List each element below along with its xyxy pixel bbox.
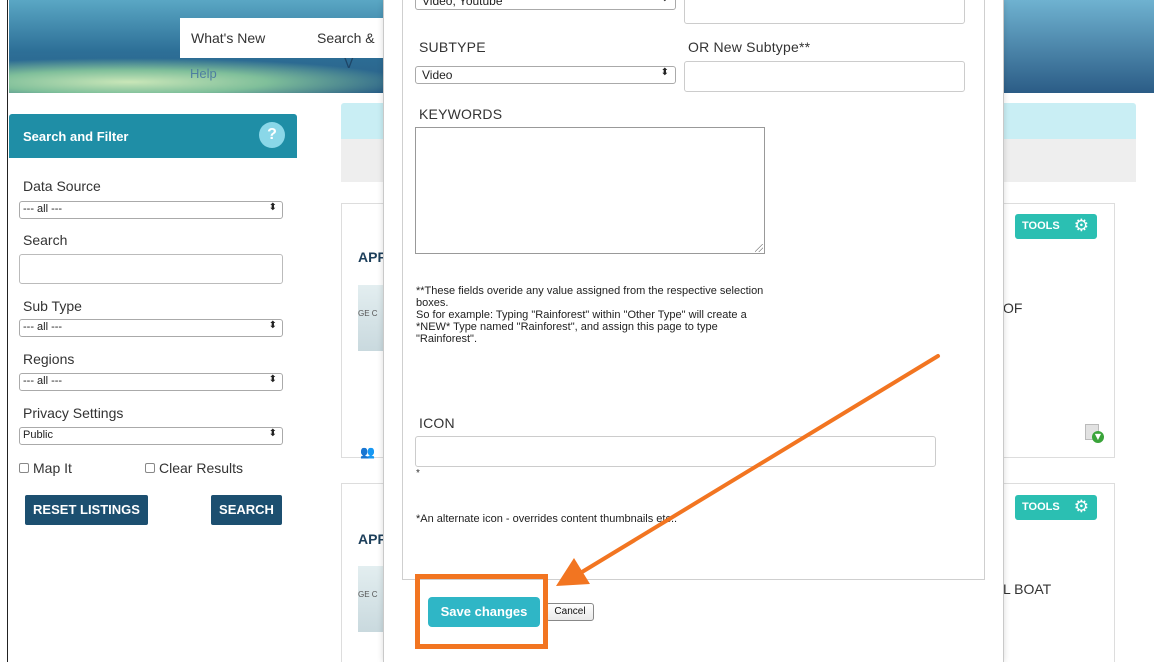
new-subtype-input[interactable]	[684, 61, 965, 92]
icon-note: *An alternate icon - overrides content t…	[416, 513, 678, 525]
search-filter-header: Search and Filter	[9, 114, 297, 158]
help-icon[interactable]: ?	[259, 122, 285, 148]
annotation-highlight-box	[415, 574, 548, 649]
select-arrows-icon: ⬍	[268, 202, 277, 213]
data-source-select[interactable]: --- all --- ⬍	[19, 201, 283, 219]
resize-handle-icon[interactable]	[755, 244, 763, 252]
select-arrows-icon: ⬍	[661, 0, 669, 4]
map-it-checkbox[interactable]: Map It	[19, 460, 72, 476]
data-source-label: Data Source	[23, 178, 101, 194]
privacy-select[interactable]: Public ⬍	[19, 427, 283, 445]
search-input[interactable]	[19, 254, 283, 284]
sidebar-title: Search and Filter	[23, 129, 129, 144]
select-arrows-icon: ⬍	[268, 320, 277, 331]
sub-type-label: Sub Type	[23, 298, 82, 314]
checkbox-icon	[145, 463, 155, 473]
bird-icon: ᐯᐯ	[1009, 28, 1034, 49]
clear-results-checkbox[interactable]: Clear Results	[145, 460, 243, 476]
download-icon[interactable]: ▼	[1085, 424, 1105, 444]
search-label: Search	[23, 232, 68, 248]
keywords-label: KEYWORDS	[419, 106, 503, 122]
bird-icon: ᐯ	[344, 56, 354, 72]
search-button[interactable]: SEARCH	[211, 495, 282, 525]
nav-search[interactable]: Search &	[317, 30, 375, 46]
sub-type-select[interactable]: --- all --- ⬍	[19, 319, 283, 337]
gear-icon: ⚙	[1073, 216, 1089, 236]
new-subtype-label: OR New Subtype**	[688, 39, 811, 55]
override-note: **These fields overide any value assigne…	[416, 285, 764, 345]
checkbox-icon	[19, 463, 29, 473]
nav-whats-new[interactable]: What's New	[191, 30, 265, 46]
regions-select[interactable]: --- all --- ⬍	[19, 373, 283, 391]
top-nav: What's New Search &	[180, 18, 390, 58]
bird-icon: ᐯ	[1069, 10, 1082, 31]
listing-thumbnail[interactable]: GE C	[358, 285, 383, 351]
type-select[interactable]: Video, Youtube⬍	[415, 0, 676, 10]
gear-icon: ⚙	[1073, 497, 1089, 517]
icon-required-mark: *	[416, 468, 420, 479]
users-icon[interactable]: 👥	[360, 445, 375, 459]
tools-button[interactable]: TOOLS ⚙	[1015, 214, 1097, 239]
listing-title-end: OF	[1003, 300, 1023, 316]
listing-title-end: L BOAT	[1003, 581, 1052, 597]
select-arrows-icon: ⬍	[268, 374, 277, 385]
left-edge	[0, 0, 8, 662]
subtype-select[interactable]: Video ⬍	[415, 66, 676, 84]
nav-help[interactable]: Help	[190, 66, 217, 81]
select-arrows-icon: ⬍	[268, 428, 277, 439]
other-type-input[interactable]	[684, 0, 965, 24]
regions-label: Regions	[23, 351, 75, 367]
keywords-textarea[interactable]	[415, 127, 765, 254]
subtype-label: SUBTYPE	[419, 39, 486, 55]
icon-input[interactable]	[415, 436, 936, 467]
select-arrows-icon: ⬍	[660, 67, 669, 78]
icon-label: ICON	[419, 415, 455, 431]
reset-listings-button[interactable]: RESET LISTINGS	[25, 495, 148, 525]
tools-button[interactable]: TOOLS ⚙	[1015, 495, 1097, 520]
listing-thumbnail[interactable]: GE C	[358, 566, 383, 632]
cancel-button[interactable]: Cancel	[546, 603, 594, 621]
privacy-label: Privacy Settings	[23, 405, 124, 421]
